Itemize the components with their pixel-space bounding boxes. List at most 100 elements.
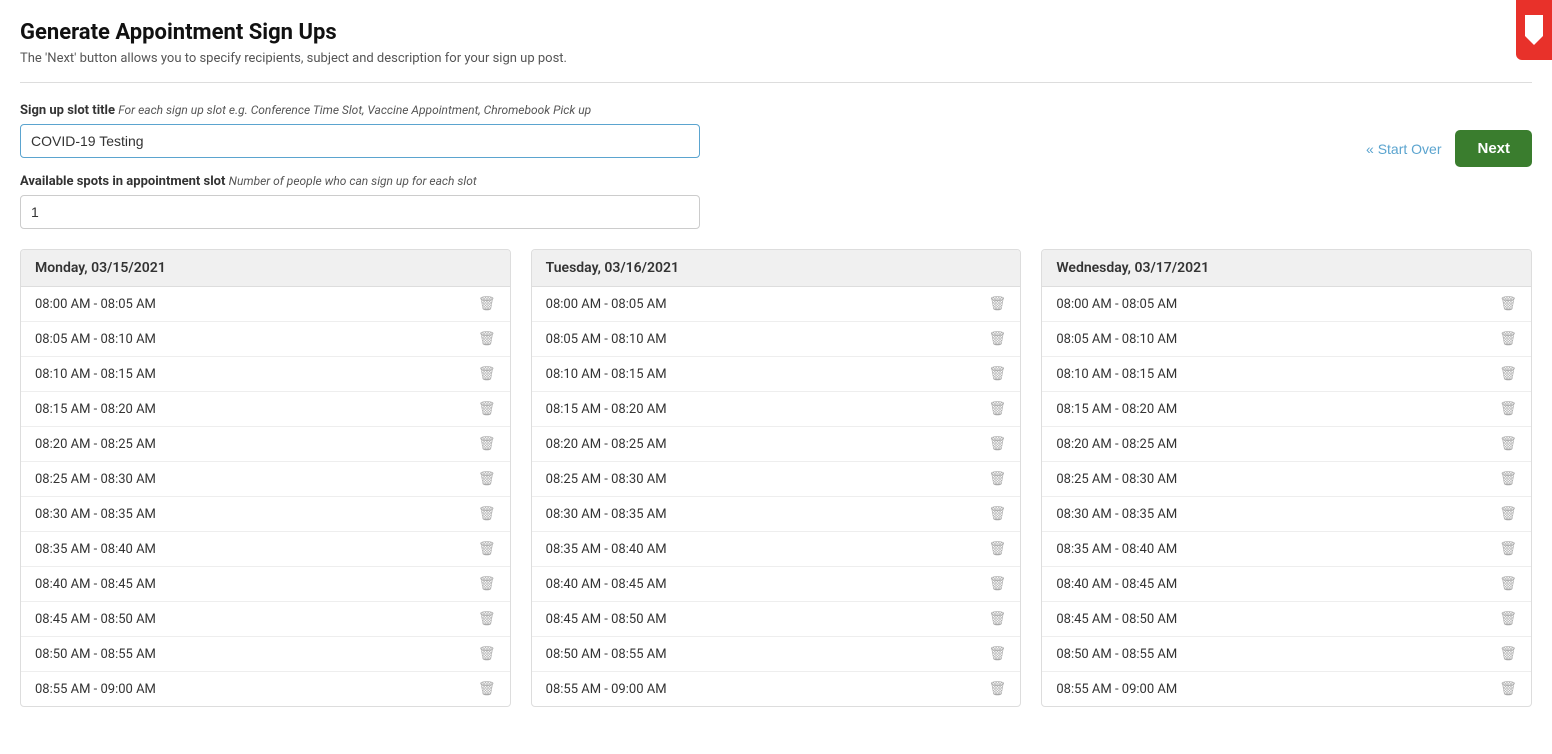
delete-slot-icon[interactable]: 🗑 (1499, 366, 1517, 382)
time-slot: 08:55 AM - 09:00 AM 🗑 (532, 672, 1021, 706)
delete-slot-icon[interactable]: 🗑 (1499, 506, 1517, 522)
page-container: Generate Appointment Sign Ups The 'Next'… (0, 0, 1552, 727)
next-button[interactable]: Next (1455, 130, 1532, 167)
time-slot-label: 08:00 AM - 08:05 AM (35, 297, 156, 312)
time-slot: 08:40 AM - 08:45 AM 🗑 (21, 567, 510, 602)
delete-slot-icon[interactable]: 🗑 (478, 436, 496, 452)
delete-slot-icon[interactable]: 🗑 (478, 331, 496, 347)
time-slot-label: 08:10 AM - 08:15 AM (1056, 367, 1177, 382)
time-slot: 08:55 AM - 09:00 AM 🗑 (21, 672, 510, 706)
delete-slot-icon[interactable]: 🗑 (1499, 331, 1517, 347)
time-slot: 08:50 AM - 08:55 AM 🗑 (1042, 637, 1531, 672)
time-slot: 08:40 AM - 08:45 AM🗑 (1042, 567, 1531, 602)
spots-label: Available spots in appointment slot Numb… (20, 174, 1532, 189)
time-slot: 08:35 AM - 08:40 AM 🗑 (532, 532, 1021, 567)
delete-slot-icon[interactable]: 🗑 (989, 506, 1007, 522)
time-slot: 08:20 AM - 08:25 AM 🗑 (532, 427, 1021, 462)
time-slot-label: 08:50 AM - 08:55 AM (546, 647, 667, 662)
time-slot-label: 08:30 AM - 08:35 AM (35, 507, 156, 522)
time-slot: 08:25 AM - 08:30 AM 🗑 (21, 462, 510, 497)
time-slot-label: 08:15 AM - 08:20 AM (35, 402, 156, 417)
day-header-0: Monday, 03/15/2021 (21, 250, 510, 287)
delete-slot-icon[interactable]: 🗑 (478, 611, 496, 627)
delete-slot-icon[interactable]: 🗑 (1499, 646, 1517, 662)
delete-slot-icon[interactable]: 🗑 (478, 576, 496, 592)
delete-slot-icon[interactable]: 🗑 (478, 681, 496, 697)
time-slot-label: 08:20 AM - 08:25 AM (546, 437, 667, 452)
time-slot-label: 08:30 AM - 08:35 AM (1056, 507, 1177, 522)
time-slot: 08:25 AM - 08:30 AM 🗑 (532, 462, 1021, 497)
time-slot: 08:15 AM - 08:20 AM🗑 (532, 392, 1021, 427)
page-title: Generate Appointment Sign Ups (20, 20, 1532, 45)
delete-slot-icon[interactable]: 🗑 (1499, 296, 1517, 312)
time-slot: 08:00 AM - 08:05 AM🗑 (532, 287, 1021, 322)
app-icon (1516, 0, 1552, 60)
delete-slot-icon[interactable]: 🗑 (478, 471, 496, 487)
time-slot: 08:35 AM - 08:40 AM 🗑 (21, 532, 510, 567)
time-slot-label: 08:55 AM - 09:00 AM (1056, 682, 1177, 697)
delete-slot-icon[interactable]: 🗑 (989, 436, 1007, 452)
spots-section: Available spots in appointment slot Numb… (20, 174, 1532, 229)
delete-slot-icon[interactable]: 🗑 (989, 576, 1007, 592)
delete-slot-icon[interactable]: 🗑 (989, 541, 1007, 557)
delete-slot-icon[interactable]: 🗑 (989, 681, 1007, 697)
time-slot-label: 08:40 AM - 08:45 AM (35, 577, 156, 592)
time-slot-label: 08:10 AM - 08:15 AM (35, 367, 156, 382)
delete-slot-icon[interactable]: 🗑 (989, 331, 1007, 347)
delete-slot-icon[interactable]: 🗑 (1499, 576, 1517, 592)
delete-slot-icon[interactable]: 🗑 (989, 646, 1007, 662)
divider (20, 82, 1532, 83)
time-slot: 08:30 AM - 08:35 AM 🗑 (21, 497, 510, 532)
delete-slot-icon[interactable]: 🗑 (478, 401, 496, 417)
delete-slot-icon[interactable]: 🗑 (1499, 401, 1517, 417)
time-slot-label: 08:35 AM - 08:40 AM (35, 542, 156, 557)
time-slot-label: 08:45 AM - 08:50 AM (1056, 612, 1177, 627)
day-header-1: Tuesday, 03/16/2021 (532, 250, 1021, 287)
day-column-2: Wednesday, 03/17/202108:00 AM - 08:05 AM… (1041, 249, 1532, 707)
time-slot: 08:25 AM - 08:30 AM🗑 (1042, 462, 1531, 497)
delete-slot-icon[interactable]: 🗑 (478, 506, 496, 522)
delete-slot-icon[interactable]: 🗑 (1499, 471, 1517, 487)
delete-slot-icon[interactable]: 🗑 (1499, 611, 1517, 627)
time-slot: 08:15 AM - 08:20 AM 🗑 (21, 392, 510, 427)
time-slot-label: 08:45 AM - 08:50 AM (546, 612, 667, 627)
delete-slot-icon[interactable]: 🗑 (478, 646, 496, 662)
time-slot: 08:05 AM - 08:10 AM🗑 (21, 322, 510, 357)
time-slot-label: 08:05 AM - 08:10 AM (1056, 332, 1177, 347)
time-slot-label: 08:25 AM - 08:30 AM (35, 472, 156, 487)
app-icon-shape (1525, 15, 1543, 45)
delete-slot-icon[interactable]: 🗑 (478, 296, 496, 312)
slot-title-input[interactable] (20, 124, 700, 158)
time-slot-label: 08:55 AM - 09:00 AM (546, 682, 667, 697)
time-slot: 08:00 AM - 08:05 AM 🗑 (21, 287, 510, 322)
time-slot-label: 08:15 AM - 08:20 AM (1056, 402, 1177, 417)
delete-slot-icon[interactable]: 🗑 (1499, 541, 1517, 557)
delete-slot-icon[interactable]: 🗑 (989, 401, 1007, 417)
time-slot-label: 08:25 AM - 08:30 AM (546, 472, 667, 487)
delete-slot-icon[interactable]: 🗑 (478, 366, 496, 382)
slot-title-section: Sign up slot title For each sign up slot… (20, 103, 1532, 158)
start-over-button[interactable]: « Start Over (1366, 141, 1441, 157)
delete-slot-icon[interactable]: 🗑 (1499, 681, 1517, 697)
delete-slot-icon[interactable]: 🗑 (989, 296, 1007, 312)
time-slot: 08:00 AM - 08:05 AM🗑 (1042, 287, 1531, 322)
time-slot: 08:05 AM - 08:10 AM 🗑 (1042, 322, 1531, 357)
time-slot-label: 08:35 AM - 08:40 AM (1056, 542, 1177, 557)
time-slot: 08:15 AM - 08:20 AM 🗑 (1042, 392, 1531, 427)
time-slot-label: 08:55 AM - 09:00 AM (35, 682, 156, 697)
time-slot-label: 08:30 AM - 08:35 AM (546, 507, 667, 522)
time-slot-label: 08:05 AM - 08:10 AM (546, 332, 667, 347)
time-slot: 08:05 AM - 08:10 AM 🗑 (532, 322, 1021, 357)
day-column-0: Monday, 03/15/202108:00 AM - 08:05 AM🗑08… (20, 249, 511, 707)
time-slot-label: 08:50 AM - 08:55 AM (1056, 647, 1177, 662)
delete-slot-icon[interactable]: 🗑 (1499, 436, 1517, 452)
delete-slot-icon[interactable]: 🗑 (989, 471, 1007, 487)
delete-slot-icon[interactable]: 🗑 (989, 366, 1007, 382)
delete-slot-icon[interactable]: 🗑 (989, 611, 1007, 627)
delete-slot-icon[interactable]: 🗑 (478, 541, 496, 557)
slot-title-label: Sign up slot title For each sign up slot… (20, 103, 1532, 118)
time-slot-label: 08:35 AM - 08:40 AM (546, 542, 667, 557)
time-slot: 08:45 AM - 08:50 AM 🗑 (1042, 602, 1531, 637)
spots-input[interactable] (20, 195, 700, 229)
time-slot: 08:20 AM - 08:25 AM🗑 (21, 427, 510, 462)
